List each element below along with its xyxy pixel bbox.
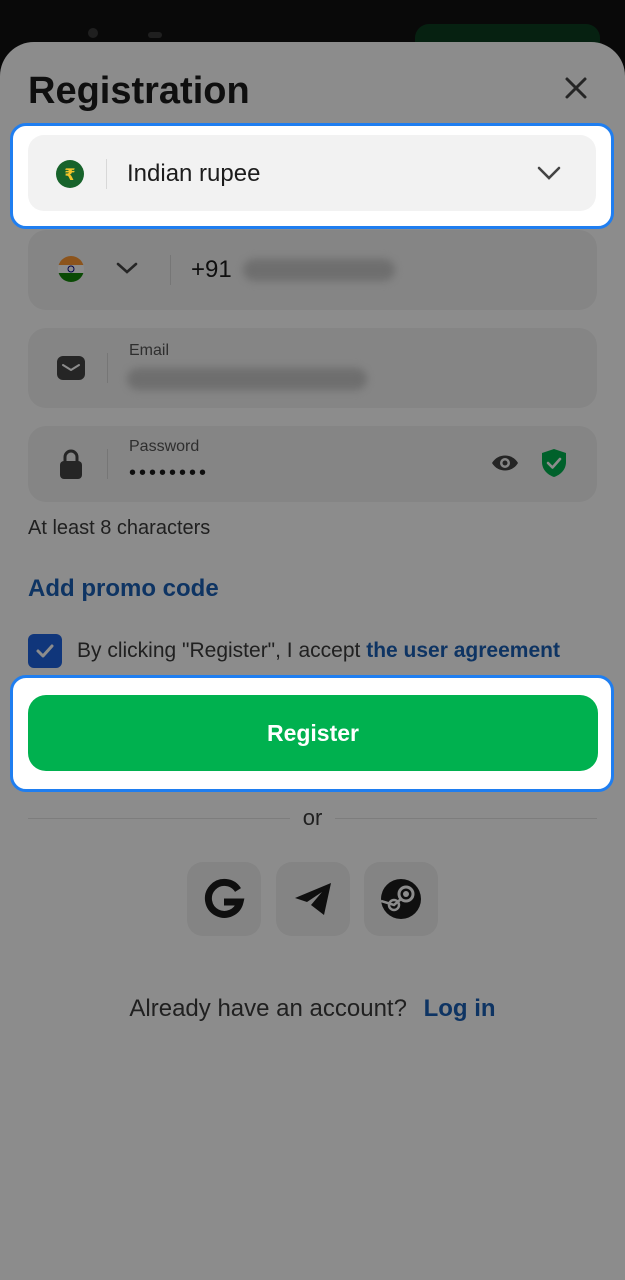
password-label: Password [129, 438, 200, 455]
agreement-checkbox[interactable] [28, 634, 62, 668]
register-button[interactable]: Register [28, 695, 598, 771]
or-divider: or [290, 805, 335, 831]
phone-country-code: +91 [191, 256, 232, 283]
phone-number-redacted [243, 259, 395, 281]
login-prompt: Already have an account? Log in [0, 995, 625, 1023]
steam-login-button[interactable] [364, 862, 438, 936]
email-label: Email [129, 342, 170, 359]
checkmark-icon [36, 644, 54, 658]
google-login-button[interactable] [187, 862, 261, 936]
phone-field[interactable]: +91 [28, 230, 597, 310]
rupee-coin-icon: ₹ [56, 160, 84, 188]
currency-highlight: ₹ Indian rupee [10, 123, 614, 229]
email-value-redacted [127, 368, 367, 390]
password-field[interactable]: Password •••••••• [28, 426, 597, 502]
divider [107, 449, 108, 479]
telegram-login-button[interactable] [276, 862, 350, 936]
chevron-down-icon[interactable] [115, 260, 139, 276]
email-field[interactable]: Email [28, 328, 597, 408]
currency-value: Indian rupee [127, 160, 261, 187]
menu-dot [88, 28, 98, 38]
india-flag-icon [58, 256, 84, 282]
add-promo-code-link[interactable]: Add promo code [28, 575, 219, 603]
login-question: Already have an account? [129, 995, 407, 1022]
user-agreement-link[interactable]: the user agreement [366, 639, 560, 662]
log-in-link[interactable]: Log in [424, 995, 496, 1022]
page-title: Registration [28, 70, 250, 112]
register-highlight: Register [10, 675, 614, 792]
mail-icon [57, 356, 85, 380]
divider [106, 159, 107, 189]
lock-icon [60, 449, 82, 479]
password-hint: At least 8 characters [28, 517, 211, 539]
agreement-row: By clicking "Register", I accept the use… [28, 634, 608, 668]
currency-symbol: ₹ [64, 165, 75, 184]
eye-icon[interactable] [490, 451, 520, 475]
divider [170, 255, 171, 285]
currency-select[interactable]: ₹ Indian rupee [28, 135, 596, 211]
menu-dash [148, 32, 162, 38]
password-value: •••••••• [129, 462, 210, 484]
agreement-text: By clicking "Register", I accept the use… [77, 639, 560, 663]
agreement-label: By clicking "Register", I accept [77, 639, 361, 662]
telegram-icon [295, 883, 331, 915]
steam-icon [380, 879, 421, 919]
chevron-down-icon[interactable] [536, 165, 562, 181]
shield-check-icon [542, 449, 566, 477]
google-icon [204, 878, 245, 918]
close-icon[interactable] [560, 72, 592, 104]
divider [107, 353, 108, 383]
